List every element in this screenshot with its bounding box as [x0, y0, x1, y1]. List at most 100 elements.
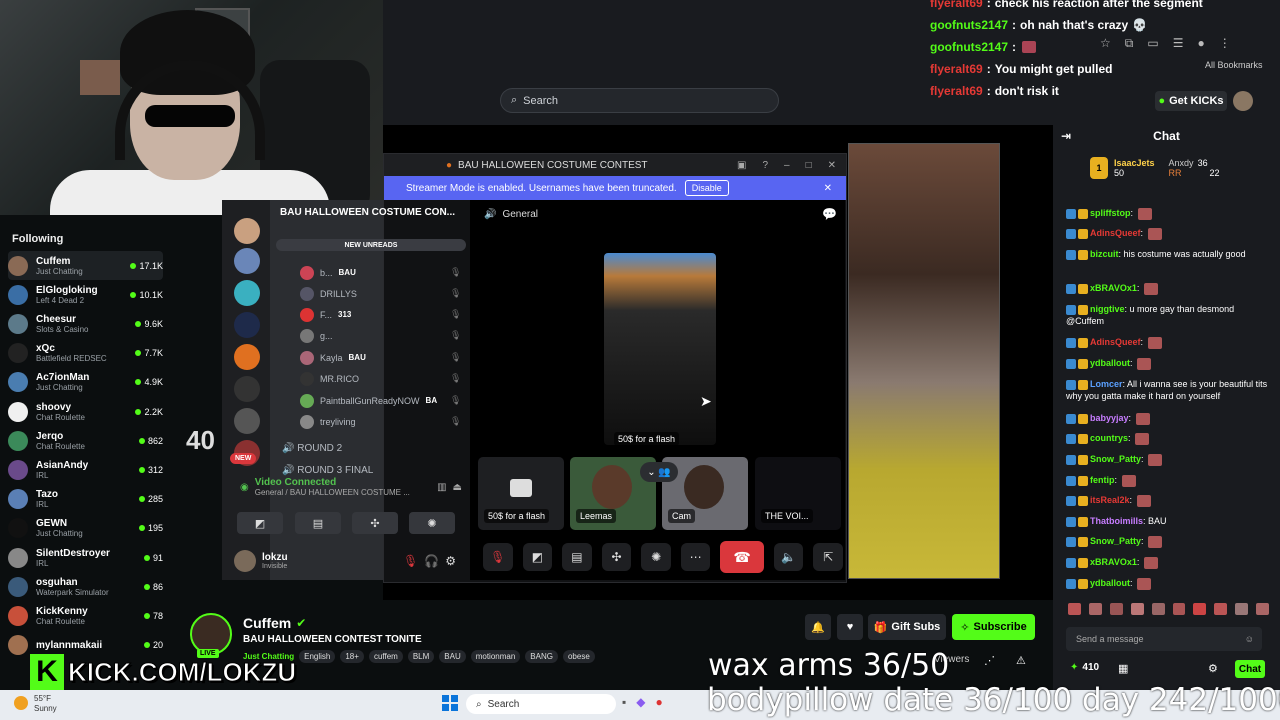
cast-icon[interactable]: ▭	[1147, 36, 1158, 50]
soundboard-button[interactable]: ✺	[641, 543, 671, 571]
voice-member[interactable]: DRILLYS 🎙	[300, 283, 461, 304]
files-icon[interactable]: ▪	[622, 695, 626, 709]
share-icon[interactable]: ⋰	[984, 654, 995, 667]
camera-toggle-button[interactable]: ◩	[522, 543, 553, 571]
following-item[interactable]: Ac7ionMan Just Chatting 4.9K	[8, 368, 163, 397]
get-kicks-button[interactable]: ● Get KICKs	[1155, 91, 1227, 111]
follow-heart-button[interactable]: ♥	[837, 614, 863, 640]
following-item[interactable]: Cuffem Just Chatting 17.1K	[8, 251, 163, 280]
inbox-icon[interactable]: ▣	[737, 160, 746, 171]
chat-bubble-icon[interactable]: 💬	[822, 207, 837, 221]
tag[interactable]: BAU	[439, 650, 466, 663]
hang-up-button[interactable]: ☎	[720, 541, 764, 573]
following-item[interactable]: AsianAndy IRL 312	[8, 455, 163, 484]
following-item[interactable]: ElGlogloking Left 4 Dead 2 10.1K	[8, 280, 163, 309]
following-item[interactable]: GEWN Just Chatting 195	[8, 514, 163, 543]
mic-muted-button[interactable]: 🎙	[483, 543, 513, 571]
following-item[interactable]: KickKenny Chat Roulette 78	[8, 601, 163, 630]
tag[interactable]: obese	[562, 650, 595, 663]
tag[interactable]: BLM	[407, 650, 435, 663]
more-icon[interactable]: ⋮	[1219, 36, 1231, 50]
chat-username[interactable]: AdinsQueef	[1090, 228, 1141, 238]
search-input[interactable]: ⌕ Search	[500, 88, 779, 113]
tag[interactable]: cuffem	[368, 650, 403, 663]
chat-username[interactable]: ydballout	[1090, 358, 1130, 368]
minimize-icon[interactable]: –	[784, 160, 790, 171]
collapse-tiles-button[interactable]: ⌄ 👥	[640, 462, 678, 482]
server-icon[interactable]	[234, 344, 260, 370]
server-icon[interactable]	[234, 376, 260, 402]
close-icon[interactable]: ✕	[828, 160, 836, 171]
chat-settings-icon[interactable]: ⚙	[1208, 662, 1218, 675]
channel-round-2[interactable]: 🔊 ROUND 2	[282, 443, 342, 454]
chat-username[interactable]: countrys	[1090, 433, 1128, 443]
server-icon[interactable]	[234, 312, 260, 338]
new-unreads-pill[interactable]: NEW UNREADS	[276, 239, 466, 251]
points-display[interactable]: ✦ 410	[1070, 662, 1099, 673]
chat-username[interactable]: bizcuit	[1090, 249, 1119, 259]
camera-off-button[interactable]: ◩	[237, 512, 283, 534]
screenshare-button[interactable]: ▤	[295, 512, 341, 534]
following-item[interactable]: SilentDestroyer IRL 91	[8, 543, 163, 572]
server-icon[interactable]	[234, 408, 260, 434]
activities-button[interactable]: ✣	[352, 512, 398, 534]
channel-round-3[interactable]: 🔊 ROUND 3 FINAL	[282, 465, 373, 476]
send-message-input[interactable]: Send a message ☺	[1066, 627, 1262, 651]
all-bookmarks[interactable]: All Bookmarks	[1205, 60, 1263, 70]
following-item[interactable]: xQc Battlefield REDSEC 7.7K	[8, 339, 163, 368]
copilot-icon[interactable]: ◆	[636, 695, 645, 709]
chat-username[interactable]: xBRAVOx1	[1090, 557, 1137, 567]
more-options-button[interactable]: ⋯	[680, 543, 711, 571]
chat-username[interactable]: ydballout	[1090, 578, 1130, 588]
chat-username[interactable]: fentip	[1090, 475, 1115, 485]
server-icon[interactable]	[234, 248, 260, 274]
soundboard-icon[interactable]: ▥	[437, 482, 446, 493]
chat-username[interactable]: spliffstop	[1090, 208, 1131, 218]
gift-subs-button[interactable]: 🎁 Gift Subs	[868, 614, 946, 640]
activities-button[interactable]: ✣	[601, 543, 632, 571]
voice-member[interactable]: treyliving 🎙	[300, 411, 461, 432]
disable-streamer-mode-button[interactable]: Disable	[684, 180, 729, 196]
maximize-icon[interactable]: □	[806, 160, 812, 171]
menu-icon[interactable]: ☰	[1173, 36, 1184, 50]
chat-username[interactable]: niggtive	[1090, 304, 1125, 314]
voice-member[interactable]: Kayla BAU 🎙	[300, 347, 461, 368]
channel-name[interactable]: Cuffem ✔	[243, 615, 306, 631]
close-banner-icon[interactable]: ✕	[824, 183, 846, 194]
emoji-icon[interactable]: ☺	[1245, 634, 1262, 644]
following-item[interactable]: shoovy Chat Roulette 2.2K	[8, 397, 163, 426]
voice-member[interactable]: g... 🎙	[300, 325, 461, 346]
following-item[interactable]: Jerqo Chat Roulette 862	[8, 426, 163, 455]
taskbar-search[interactable]: ⌕ Search	[466, 694, 616, 714]
voice-member[interactable]: b... BAU 🎙	[300, 262, 461, 283]
screenshare-button[interactable]: ▤	[562, 543, 592, 571]
voice-member[interactable]: F... 313 🎙	[300, 304, 461, 325]
tag[interactable]: BANG	[525, 650, 558, 663]
server-icon[interactable]	[234, 218, 260, 244]
user-avatar[interactable]	[1233, 91, 1253, 111]
voice-member[interactable]: MR.RICO 🎙	[300, 368, 461, 389]
server-name[interactable]: BAU HALLOWEEN COSTUME CON...	[280, 207, 455, 218]
chat-username[interactable]: Thatboimills	[1090, 516, 1143, 526]
notification-bell-button[interactable]: 🔔	[805, 614, 831, 640]
help-icon[interactable]: ?	[762, 160, 768, 171]
chat-username[interactable]: Snow_Patty	[1090, 454, 1141, 464]
main-video-tile[interactable]	[604, 253, 716, 445]
chat-username[interactable]: xBRAVOx1	[1090, 283, 1137, 293]
voice-member[interactable]: PaintballGunReadyNOW BA 🎙	[300, 390, 461, 411]
mute-icon[interactable]: 🎙	[403, 554, 418, 568]
send-chat-button[interactable]: Chat	[1235, 660, 1265, 678]
chat-username[interactable]: Snow_Patty	[1090, 536, 1141, 546]
video-tile[interactable]: THE VOI...	[755, 457, 841, 530]
subscribe-button[interactable]: ✧ Subscribe	[952, 614, 1035, 640]
chat-username[interactable]: AdinsQueef	[1090, 337, 1141, 347]
chat-username[interactable]: itsReal2k	[1090, 495, 1130, 505]
disconnect-icon[interactable]: ⏏	[453, 482, 462, 493]
settings-icon[interactable]: ⚙	[445, 554, 456, 568]
chat-username[interactable]: babyyjay	[1090, 413, 1129, 423]
volume-button[interactable]: 🔈	[773, 543, 804, 571]
collapse-chat-icon[interactable]: ⇥	[1061, 129, 1071, 143]
windows-start-icon[interactable]	[442, 695, 458, 711]
tag[interactable]: motionman	[470, 650, 521, 663]
report-icon[interactable]: ⚠	[1016, 654, 1026, 667]
